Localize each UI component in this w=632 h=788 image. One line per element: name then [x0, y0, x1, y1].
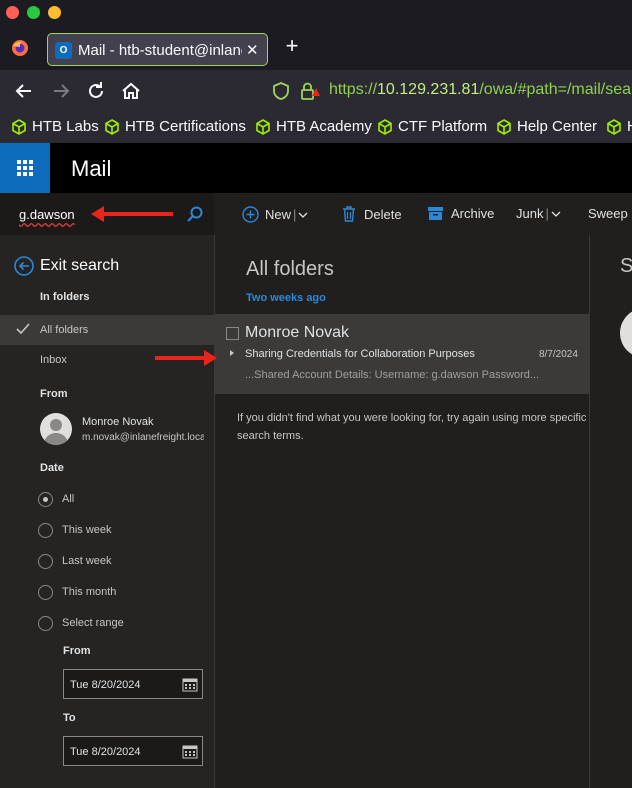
browser-tab-active[interactable]: O Mail - htb-student@inlanefreight.local… [47, 33, 268, 66]
forward-arrow-icon[interactable] [49, 79, 73, 103]
from-date-value: Tue 8/20/2024 [70, 679, 141, 691]
to-date-label: To [63, 712, 76, 724]
date-radio-this-week[interactable] [38, 523, 53, 538]
lock-warning-icon[interactable] [300, 82, 320, 100]
delete-button-label: Delete [364, 206, 402, 222]
group-header: Two weeks ago [246, 292, 326, 304]
archive-icon [428, 207, 443, 220]
exit-search-label: Exit search [40, 257, 120, 274]
date-radio-select-range[interactable] [38, 616, 53, 631]
exit-search-button[interactable]: Exit search [14, 256, 119, 276]
bookmark-htb-labs[interactable]: HTB Labs [11, 118, 99, 135]
date-option-select-range[interactable]: Select range [62, 617, 124, 629]
url-host: 10.129.231.81 [377, 81, 480, 98]
bookmark-htb-certifications[interactable]: HTB Certifications [104, 118, 246, 135]
command-toolbar: New | Delete Archive Junk | Sweep [214, 193, 632, 235]
reload-icon[interactable] [84, 79, 108, 103]
search-refiner-pane: g.dawson Exit search In folders All fold… [0, 193, 214, 788]
new-button[interactable]: New | [242, 206, 308, 223]
chevron-down-icon [551, 211, 561, 217]
bookmark-truncated[interactable]: H [606, 118, 632, 135]
search-hint-text: If you didn't find what you were looking… [237, 412, 587, 442]
close-window-button[interactable] [6, 6, 19, 19]
maximize-window-button[interactable] [27, 6, 40, 19]
list-title: All folders [246, 258, 334, 280]
in-folders-header: In folders [40, 291, 90, 303]
junk-button-label: Junk [516, 206, 544, 221]
reading-pane: S [589, 235, 632, 788]
message-preview: ...Shared Account Details: Username: g.d… [245, 369, 540, 381]
archive-button-label: Archive [451, 206, 495, 221]
folder-option-label: All folders [40, 324, 89, 336]
trash-icon [343, 206, 355, 222]
from-header: From [40, 388, 68, 400]
message-date: 8/7/2024 [539, 349, 578, 360]
date-radio-all[interactable] [38, 492, 53, 507]
bookmark-htb-academy[interactable]: HTB Academy [255, 118, 372, 135]
message-sender: Monroe Novak [245, 324, 350, 341]
archive-button[interactable]: Archive [427, 206, 494, 221]
junk-button[interactable]: Junk | [516, 206, 561, 221]
date-radio-last-week[interactable] [38, 554, 53, 569]
url-bar[interactable]: https://10.129.231.81/owa/#path=/mail/se… [329, 81, 632, 99]
tab-close-icon[interactable]: ✕ [246, 41, 259, 59]
person-email[interactable]: m.novak@inlanefreight.local [82, 432, 204, 443]
outlook-favicon-icon: O [55, 42, 72, 59]
window-titlebar [0, 0, 632, 27]
date-option-this-week[interactable]: This week [62, 524, 112, 536]
date-option-last-week[interactable]: Last week [62, 555, 112, 567]
outlook-app-bar: Mail [0, 143, 632, 193]
bookmarks-bar: HTB Labs HTB Certifications HTB Academy … [0, 112, 632, 143]
search-icon[interactable] [186, 205, 204, 223]
message-item[interactable]: Monroe Novak Sharing Credentials for Col… [215, 314, 590, 394]
person-name[interactable]: Monroe Novak [82, 416, 154, 428]
folder-option-all-folders[interactable]: All folders [0, 315, 214, 345]
calendar-icon[interactable] [182, 745, 198, 759]
delete-button[interactable]: Delete [342, 206, 402, 222]
reading-pane-subject: S [620, 255, 632, 278]
firefox-logo-icon[interactable] [11, 39, 29, 57]
back-circle-icon [14, 256, 34, 276]
date-header: Date [40, 462, 64, 474]
avatar [620, 308, 632, 358]
sweep-button[interactable]: Sweep [588, 206, 628, 221]
sweep-button-label: Sweep [588, 206, 628, 221]
bookmark-ctf-platform[interactable]: CTF Platform [377, 118, 487, 135]
minimize-window-button[interactable] [48, 6, 61, 19]
message-subject: Sharing Credentials for Collaboration Pu… [245, 348, 475, 360]
message-list: All folders Two weeks ago Monroe Novak S… [214, 235, 590, 788]
url-path: /owa/#path=/mail/search [479, 81, 632, 98]
from-date-field[interactable]: Tue 8/20/2024 [63, 669, 203, 699]
new-button-label: New [265, 207, 292, 222]
shield-icon[interactable] [272, 82, 290, 100]
bookmark-help-center[interactable]: Help Center [496, 118, 597, 135]
to-date-field[interactable]: Tue 8/20/2024 [63, 736, 203, 766]
url-scheme: https:// [329, 81, 378, 98]
browser-nav-bar: https://10.129.231.81/owa/#path=/mail/se… [0, 70, 632, 112]
folder-option-inbox[interactable]: Inbox [40, 354, 67, 366]
calendar-icon[interactable] [182, 678, 198, 692]
checkmark-icon [16, 323, 30, 335]
expand-triangle-icon[interactable] [230, 350, 234, 356]
search-input[interactable]: g.dawson [19, 207, 75, 222]
avatar [40, 413, 72, 445]
plus-circle-icon [242, 206, 259, 223]
from-date-label: From [63, 645, 91, 657]
new-tab-button[interactable]: + [280, 33, 304, 59]
back-arrow-icon[interactable] [12, 79, 36, 103]
to-date-value: Tue 8/20/2024 [70, 746, 141, 758]
app-launcher-waffle-icon[interactable] [0, 143, 50, 193]
home-icon[interactable] [119, 79, 143, 103]
message-checkbox[interactable] [226, 327, 239, 340]
tab-title: Mail - htb-student@inlanefreight.local [78, 42, 242, 59]
date-option-all[interactable]: All [62, 493, 74, 505]
annotation-arrow [155, 350, 217, 366]
annotation-arrow [91, 206, 173, 222]
app-title: Mail [71, 156, 112, 181]
date-option-this-month[interactable]: This month [62, 586, 116, 598]
date-radio-this-month[interactable] [38, 585, 53, 600]
browser-tab-bar: O Mail - htb-student@inlanefreight.local… [0, 27, 632, 70]
chevron-down-icon [298, 212, 308, 218]
